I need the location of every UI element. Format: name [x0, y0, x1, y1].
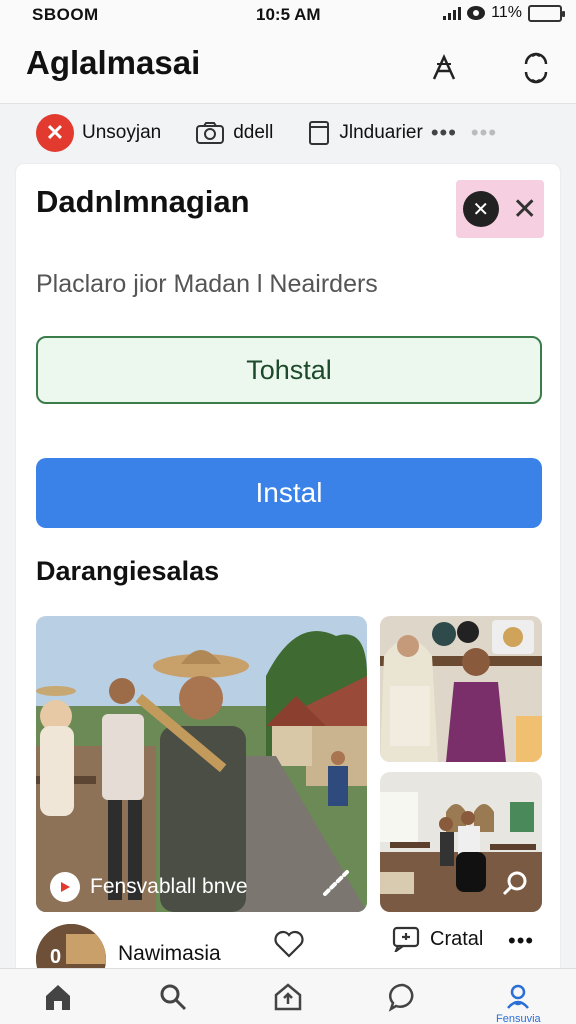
- status-icons: 11%: [443, 4, 565, 22]
- more-icon[interactable]: •••: [431, 120, 457, 146]
- clock: 10:5 AM: [256, 5, 321, 24]
- comment-icon: [392, 926, 420, 952]
- main-photo-image: [36, 616, 367, 912]
- cratal-action[interactable]: Cratal: [392, 926, 483, 952]
- signal-icon: [443, 6, 462, 20]
- carrier-name: SBOOM: [32, 5, 99, 24]
- dismiss-icon[interactable]: ✕: [462, 191, 499, 227]
- install-button[interactable]: Instal: [36, 458, 542, 528]
- app-title: Aglalmasai: [26, 44, 201, 81]
- eye-icon: [467, 6, 486, 20]
- post-more-icon[interactable]: •••: [508, 928, 534, 954]
- profile-icon: [507, 984, 530, 1009]
- bottom-nav: Fensuvia: [0, 968, 576, 1024]
- filter-chip-1[interactable]: ✕ Unsoyjan: [36, 113, 161, 153]
- tohstal-button[interactable]: Tohstal: [36, 336, 542, 404]
- filter-chip-3[interactable]: Jlnduarier: [307, 113, 423, 153]
- filter-chip-label: Jlnduarier: [339, 122, 423, 143]
- side-photo-top[interactable]: [380, 616, 542, 762]
- translate-icon[interactable]: [424, 48, 464, 88]
- filter-chip-2[interactable]: ddell: [195, 113, 273, 153]
- battery-percent: 11%: [491, 4, 522, 21]
- side-photo-bottom[interactable]: [380, 772, 542, 912]
- nav-chat[interactable]: [363, 969, 443, 1024]
- play-icon: [50, 872, 80, 902]
- nav-active-label: Fensuvia: [496, 1012, 541, 1024]
- heart-icon[interactable]: [274, 930, 304, 963]
- nav-upload[interactable]: [248, 969, 328, 1024]
- avatar-badge: 0: [50, 946, 62, 968]
- nav-home[interactable]: [18, 969, 98, 1024]
- app-bar: Aglalmasai: [0, 30, 576, 104]
- filter-chip-label: Unsoyjan: [82, 122, 162, 143]
- photo-caption: Fensvablall bnve: [50, 872, 248, 902]
- zoom-icon[interactable]: [500, 868, 530, 898]
- filter-chip-label: ddell: [233, 122, 274, 143]
- more-faded-icon: •••: [470, 120, 498, 145]
- nav-profile[interactable]: Fensuvia: [478, 969, 558, 1024]
- close-icon[interactable]: ✕: [512, 192, 537, 227]
- close-group: ✕ ✕: [456, 180, 544, 238]
- author-name[interactable]: Nawimasia: [118, 942, 221, 966]
- chat-icon: [388, 983, 414, 1012]
- scan-icon[interactable]: [516, 48, 556, 88]
- filter-row: ✕ Unsoyjan ddell Jlnduarier ••• •••: [0, 104, 576, 162]
- main-photo[interactable]: Fensvablall bnve: [36, 616, 367, 912]
- video-badge-icon: [456, 852, 486, 892]
- card-description: Placlaro jior Madan l Neairders: [36, 270, 378, 298]
- status-bar: SBOOM 10:5 AM 11%: [0, 0, 576, 30]
- side-photo-top-image: [380, 616, 542, 762]
- section-title: Darangiesalas: [36, 556, 220, 586]
- card-title: Dadnlmnagian: [36, 184, 250, 219]
- camera-icon: [196, 122, 225, 144]
- home-icon: [45, 984, 70, 1010]
- close-circle-icon: ✕: [36, 114, 74, 152]
- nav-search[interactable]: [133, 969, 213, 1024]
- search-icon: [160, 984, 186, 1010]
- action-label: Cratal: [430, 927, 484, 950]
- battery-icon: [528, 4, 565, 22]
- expand-icon[interactable]: [321, 868, 351, 898]
- caption-text: Fensvablall bnve: [90, 875, 248, 898]
- document-icon: [309, 121, 330, 145]
- upload-icon: [274, 982, 302, 1010]
- install-card: Dadnlmnagian ✕ ✕ Placlaro jior Madan l N…: [16, 164, 560, 1024]
